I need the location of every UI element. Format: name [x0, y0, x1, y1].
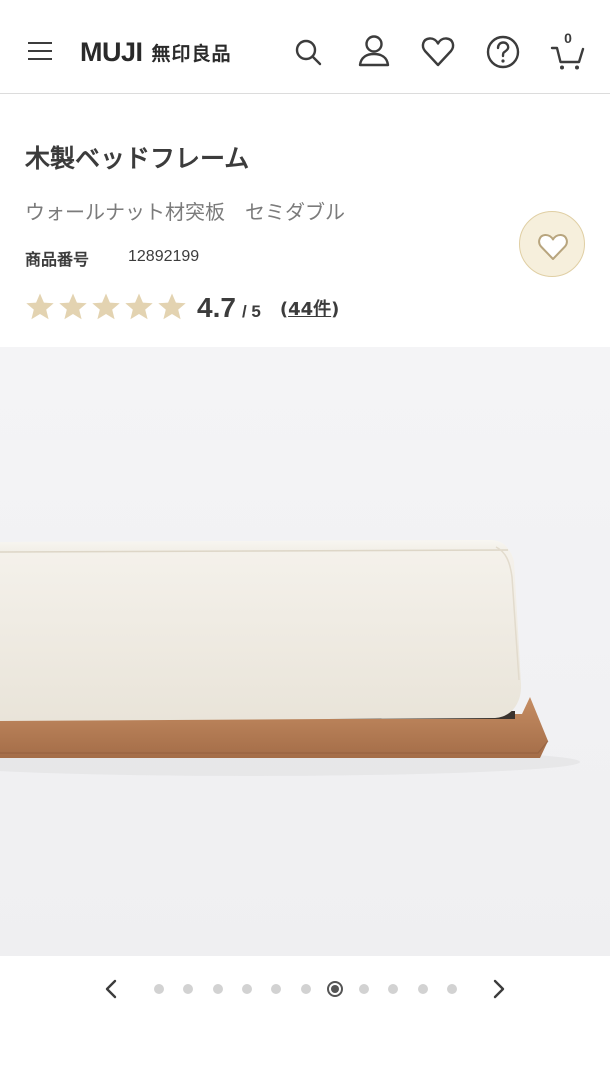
review-count-close: ) [331, 299, 340, 320]
rating-summary: 4.7 / 5 (44件) [25, 288, 339, 328]
brand-name-latin: MUJI [80, 36, 143, 67]
gallery-dot[interactable] [300, 984, 311, 994]
help-icon[interactable] [484, 32, 522, 72]
product-title: 木製ベッドフレーム [25, 144, 250, 173]
user-icon[interactable] [355, 32, 393, 72]
product-image-gallery[interactable] [0, 347, 610, 956]
previous-image-button[interactable] [96, 974, 126, 1004]
chevron-left-icon [105, 979, 117, 999]
site-header: MUJI 無印良品 0 [0, 0, 610, 94]
gallery-dot[interactable] [271, 984, 282, 994]
gallery-pager [0, 966, 610, 1012]
rating-star-icon [25, 292, 55, 325]
rating-value: 4.7 [197, 292, 236, 323]
gallery-dot[interactable] [183, 984, 194, 994]
next-image-button[interactable] [484, 974, 514, 1004]
product-image-bed-frame [0, 347, 610, 956]
review-count: 44件 [288, 299, 332, 320]
cart-count-badge: 0 [564, 30, 572, 46]
rating-star-icon [91, 292, 121, 325]
menu-icon[interactable] [28, 40, 54, 62]
rating-star-icon [157, 292, 187, 325]
gallery-dot[interactable] [212, 984, 223, 994]
product-code-label: 商品番号 [25, 250, 90, 269]
heart-icon[interactable] [419, 32, 457, 72]
rating-max: / 5 [241, 302, 261, 321]
gallery-dot[interactable] [359, 984, 370, 994]
product-code: 12892199 [128, 248, 200, 265]
gallery-dot[interactable] [154, 984, 164, 994]
cart-icon[interactable]: 0 [549, 30, 587, 72]
brand-logo[interactable]: MUJI 無印良品 [80, 32, 232, 72]
chevron-right-icon [493, 979, 505, 999]
favorite-heart-icon [538, 233, 568, 260]
gallery-dot[interactable] [447, 984, 457, 994]
rating-stars [25, 292, 187, 325]
gallery-dot[interactable] [388, 984, 399, 994]
review-count-link[interactable]: (44件) [280, 295, 340, 321]
favorite-button[interactable] [519, 211, 585, 277]
rating-star-icon [124, 292, 154, 325]
product-subtitle: ウォールナット材突板 セミダブル [25, 200, 345, 224]
review-count-open: ( [279, 299, 289, 320]
search-icon[interactable] [290, 32, 328, 72]
brand-name-japanese: 無印良品 [151, 42, 232, 65]
gallery-dot[interactable] [241, 984, 252, 994]
rating-star-icon [58, 292, 88, 325]
gallery-dot[interactable] [417, 984, 428, 994]
gallery-dot-active[interactable] [326, 981, 343, 997]
